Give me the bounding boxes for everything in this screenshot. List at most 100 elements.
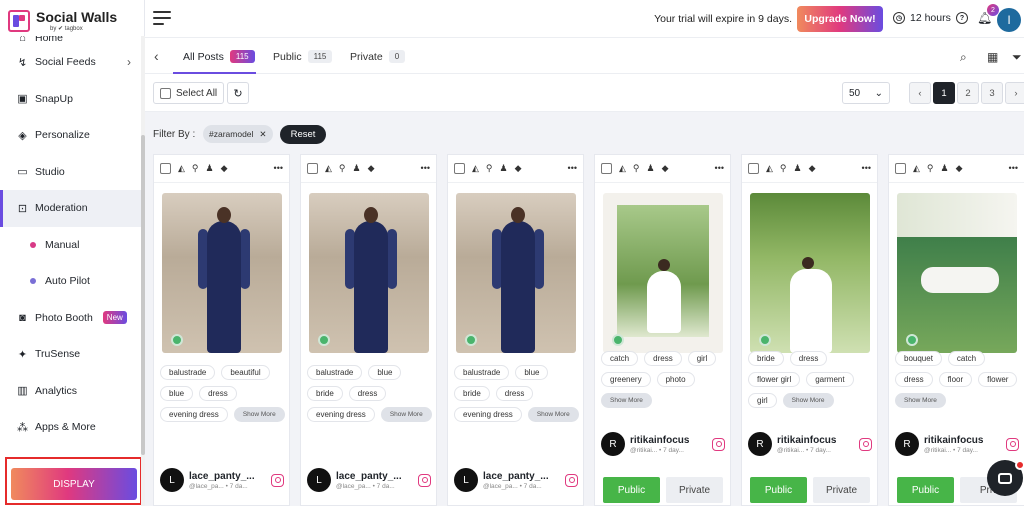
post-image[interactable] xyxy=(309,193,429,353)
tag-icon[interactable]: ◆ xyxy=(368,164,375,173)
more-icon[interactable]: ••• xyxy=(274,164,283,173)
tag-icon[interactable]: ◆ xyxy=(956,164,963,173)
tab-public[interactable]: Public 115 xyxy=(273,50,333,63)
public-button[interactable]: Public xyxy=(897,477,954,503)
user-edit-icon[interactable]: ♟ xyxy=(353,164,361,173)
user-edit-icon[interactable]: ♟ xyxy=(206,164,214,173)
tag-icon[interactable]: ◆ xyxy=(221,164,228,173)
post-image[interactable] xyxy=(162,193,282,353)
carousel-icon[interactable]: ◭ xyxy=(178,164,185,173)
carousel-icon[interactable]: ◭ xyxy=(472,164,479,173)
page-1-button[interactable]: 1 xyxy=(933,82,955,104)
tag[interactable]: bouquet xyxy=(895,351,942,366)
upgrade-button[interactable]: Upgrade Now! xyxy=(797,6,883,32)
refresh-icon[interactable]: ↻ xyxy=(227,82,249,104)
tag[interactable]: dress xyxy=(789,351,828,366)
sidebar-item-social-feeds[interactable]: ↯ Social Feeds › xyxy=(0,44,141,81)
sidebar-item-analytics[interactable]: ▥ Analytics xyxy=(0,373,141,410)
tag[interactable]: balustrade xyxy=(307,365,363,380)
author-name[interactable]: ritikainfocus xyxy=(777,435,854,446)
user-edit-icon[interactable]: ♟ xyxy=(941,164,949,173)
more-icon[interactable]: ••• xyxy=(1009,164,1018,173)
pin-icon[interactable]: ⚲ xyxy=(780,164,787,173)
show-more-button[interactable]: Show More xyxy=(782,393,834,408)
more-icon[interactable]: ••• xyxy=(862,164,871,173)
tag[interactable]: greenery xyxy=(601,372,651,387)
tab-private[interactable]: Private 0 xyxy=(350,50,406,63)
tag[interactable]: blue xyxy=(160,386,194,401)
display-button[interactable]: DISPLAY xyxy=(11,468,137,500)
tag[interactable]: bride xyxy=(454,386,490,401)
tag[interactable]: dress xyxy=(199,386,237,401)
tag[interactable]: flower girl xyxy=(748,372,801,387)
tag[interactable]: photo xyxy=(656,372,695,387)
sidebar-item-moderation[interactable]: ⊡ Moderation xyxy=(0,190,141,227)
tag[interactable]: balustrade xyxy=(160,365,216,380)
tag-icon[interactable]: ◆ xyxy=(515,164,522,173)
sidebar-item-auto-pilot[interactable]: Auto Pilot xyxy=(0,263,141,300)
carousel-icon[interactable]: ◭ xyxy=(766,164,773,173)
sidebar-item-manual[interactable]: Manual xyxy=(0,227,141,264)
tag[interactable]: bride xyxy=(748,351,784,366)
post-image[interactable] xyxy=(456,193,576,353)
tag[interactable]: catch xyxy=(601,351,639,366)
calendar-icon[interactable]: ▦ xyxy=(987,50,998,64)
help-icon[interactable]: ? xyxy=(956,12,968,24)
public-button[interactable]: Public xyxy=(750,477,807,503)
select-all-checkbox[interactable]: Select All xyxy=(153,82,225,104)
sidebar-item-home[interactable]: ⌂ Home xyxy=(0,36,141,44)
pin-icon[interactable]: ⚲ xyxy=(927,164,934,173)
author-name[interactable]: ritikainfocus xyxy=(924,435,1001,446)
page-3-button[interactable]: 3 xyxy=(981,82,1003,104)
checkbox[interactable] xyxy=(601,163,612,174)
more-icon[interactable]: ••• xyxy=(715,164,724,173)
pin-icon[interactable]: ⚲ xyxy=(486,164,493,173)
tag[interactable]: dress xyxy=(644,351,682,366)
filter-icon[interactable]: ⏷ xyxy=(1012,50,1022,65)
post-image[interactable] xyxy=(603,193,723,353)
tag[interactable]: blue xyxy=(515,365,549,380)
user-edit-icon[interactable]: ♟ xyxy=(500,164,508,173)
prev-page-button[interactable]: ‹ xyxy=(909,82,931,104)
checkbox[interactable] xyxy=(454,163,465,174)
menu-icon[interactable] xyxy=(153,11,171,25)
checkbox[interactable] xyxy=(160,163,171,174)
pin-icon[interactable]: ⚲ xyxy=(192,164,199,173)
back-arrow-icon[interactable]: ‹ xyxy=(154,48,159,64)
author-name[interactable]: lace_panty_... xyxy=(483,471,560,482)
checkbox[interactable] xyxy=(895,163,906,174)
tag-icon[interactable]: ◆ xyxy=(662,164,669,173)
tab-all-posts[interactable]: All Posts 115 xyxy=(183,50,255,63)
tag[interactable]: evening dress xyxy=(160,407,228,422)
pin-icon[interactable]: ⚲ xyxy=(633,164,640,173)
private-button[interactable]: Private xyxy=(813,477,870,503)
search-icon[interactable]: ⌕ xyxy=(960,50,967,65)
tag[interactable]: floor xyxy=(938,372,973,387)
author-name[interactable]: lace_panty_... xyxy=(336,471,413,482)
tag-icon[interactable]: ◆ xyxy=(809,164,816,173)
public-button[interactable]: Public xyxy=(603,477,660,503)
tag[interactable]: garment xyxy=(806,372,854,387)
page-2-button[interactable]: 2 xyxy=(957,82,979,104)
tag[interactable]: evening dress xyxy=(307,407,375,422)
show-more-button[interactable]: Show More xyxy=(527,407,579,422)
post-image[interactable] xyxy=(750,193,870,353)
tag[interactable]: girl xyxy=(687,351,717,366)
sidebar-item-apps-more[interactable]: ⁂ Apps & More xyxy=(0,409,141,446)
author-name[interactable]: ritikainfocus xyxy=(630,435,707,446)
chat-launcher-button[interactable] xyxy=(987,460,1024,496)
tag[interactable]: girl xyxy=(748,393,777,408)
show-more-button[interactable]: Show More xyxy=(895,393,946,408)
tag[interactable]: catch xyxy=(947,351,986,366)
carousel-icon[interactable]: ◭ xyxy=(913,164,920,173)
sidebar-item-photo-booth[interactable]: ◙ Photo Booth New xyxy=(0,300,141,337)
user-edit-icon[interactable]: ♟ xyxy=(794,164,802,173)
tag[interactable]: beautiful xyxy=(221,365,270,380)
sidebar-item-trusense[interactable]: ✦ TruSense xyxy=(0,336,141,373)
tag[interactable]: evening dress xyxy=(454,407,522,422)
more-icon[interactable]: ••• xyxy=(421,164,430,173)
carousel-icon[interactable]: ◭ xyxy=(619,164,626,173)
checkbox[interactable] xyxy=(748,163,759,174)
per-page-select[interactable]: 50 ⌄ xyxy=(842,82,890,104)
tag[interactable]: blue xyxy=(368,365,402,380)
